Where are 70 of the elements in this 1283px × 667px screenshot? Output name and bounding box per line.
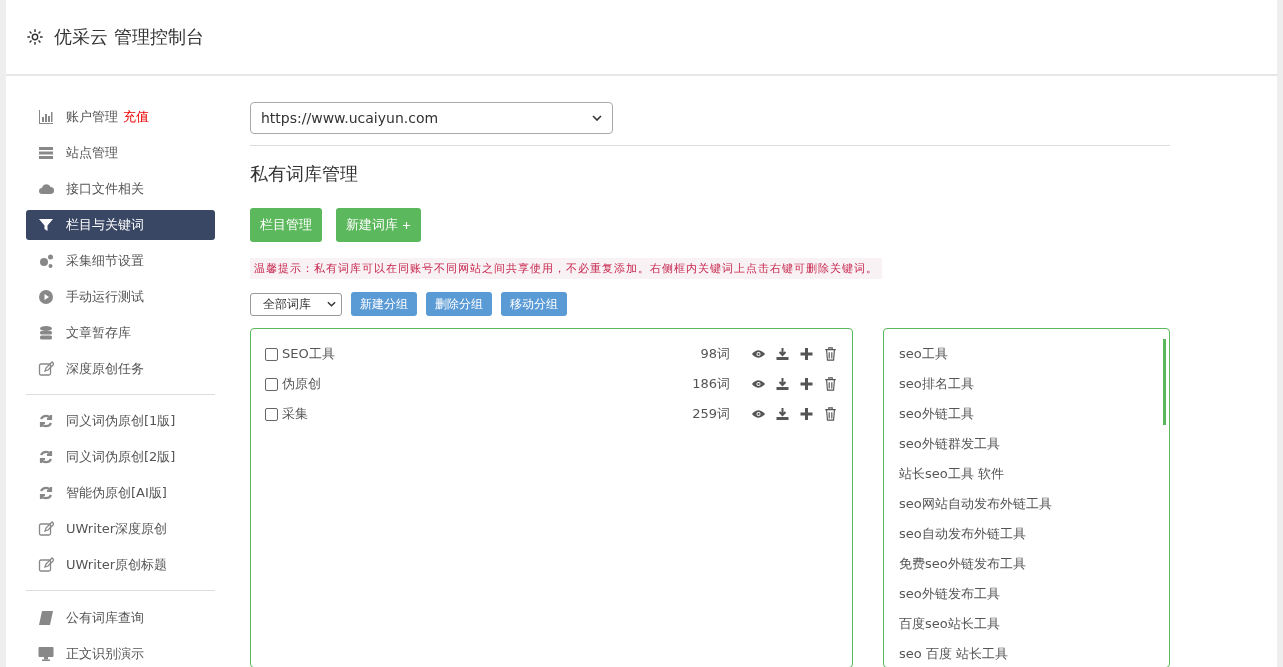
keyword-item[interactable]: seo外链群发工具 — [899, 429, 1169, 459]
plus-icon[interactable] — [799, 407, 814, 421]
sidebar-item[interactable]: 站点管理 — [26, 137, 215, 168]
keyword-item[interactable]: 站长seo工具 软件 — [899, 459, 1169, 489]
keyword-item[interactable]: seo外链发布工具 — [899, 579, 1169, 609]
keyword-item[interactable]: 百度seo站长工具 — [899, 609, 1169, 639]
keyword-item[interactable]: seo排名工具 — [899, 369, 1169, 399]
server-icon — [38, 144, 54, 161]
keyword-item[interactable]: 免费seo外链发布工具 — [899, 549, 1169, 579]
site-select[interactable]: https://www.ucaiyun.com — [250, 102, 613, 134]
word-count: 186词 — [692, 375, 730, 393]
trash-icon[interactable] — [823, 377, 838, 391]
edit-icon — [38, 521, 54, 538]
keyword-item[interactable]: seo外链工具 — [899, 399, 1169, 429]
plus-icon[interactable] — [799, 347, 814, 361]
keyword-item[interactable]: seo 百度 站长工具 — [899, 639, 1169, 667]
sidebar-item[interactable]: 手动运行测试 — [26, 281, 215, 312]
sidebar-item[interactable]: 文章暂存库 — [26, 317, 215, 348]
scrollbar[interactable] — [1163, 339, 1166, 425]
sidebar-item[interactable]: 智能伪原创[AI版] — [26, 478, 215, 509]
edit-icon — [38, 360, 54, 377]
sidebar-item[interactable]: 采集细节设置 — [26, 245, 215, 276]
play-icon — [38, 288, 54, 305]
checkbox[interactable] — [265, 377, 278, 391]
keyword-item[interactable]: seo网站自动发布外链工具 — [899, 489, 1169, 519]
page-title: 私有词库管理 — [250, 162, 359, 186]
download-icon[interactable] — [775, 377, 790, 391]
eye-icon[interactable] — [751, 377, 766, 391]
refresh-icon — [38, 485, 54, 502]
library-name: 伪原创 — [282, 375, 322, 393]
console-title: 优采云 管理控制台 — [54, 25, 204, 49]
tip-text: 温馨提示：私有词库可以在同账号不同网站之间共享使用，不必重复添加。右侧框内关键词上点击右键可删除关键词。 — [250, 258, 882, 279]
plus-icon[interactable] — [799, 377, 814, 391]
refresh-icon — [38, 413, 54, 430]
library-name: SEO工具 — [282, 345, 336, 363]
library-filter-select[interactable]: 全部词库 — [250, 292, 342, 316]
sidebar-item[interactable]: 同义词伪原创[1版] — [26, 406, 215, 437]
download-icon[interactable] — [775, 407, 790, 421]
checkbox[interactable] — [265, 407, 278, 421]
filter-icon — [38, 216, 54, 233]
edit-icon — [38, 557, 54, 574]
monitor-icon — [38, 646, 54, 663]
bar-chart-icon — [38, 108, 54, 125]
sidebar-item[interactable]: 接口文件相关 — [26, 173, 215, 204]
settings-icon — [26, 28, 44, 46]
eye-icon[interactable] — [751, 347, 766, 361]
download-icon[interactable] — [775, 347, 790, 361]
plus-icon — [402, 220, 412, 230]
caret-icon — [592, 115, 602, 121]
sidebar-item[interactable]: 同义词伪原创[2版] — [26, 442, 215, 473]
library-name: 采集 — [282, 405, 309, 423]
sidebar-item[interactable]: 公有词库查询 — [26, 603, 215, 634]
trash-icon[interactable] — [823, 347, 838, 361]
trash-icon[interactable] — [823, 407, 838, 421]
sidebar-item[interactable]: 栏目与关键词 — [26, 209, 215, 240]
caret-icon — [327, 301, 336, 307]
sidebar-item[interactable]: 深度原创任务 — [26, 353, 215, 384]
sidebar-item[interactable]: UWriter原创标题 — [26, 550, 215, 581]
sidebar-item[interactable]: 正文识别演示 — [26, 639, 215, 667]
word-count: 98词 — [700, 345, 730, 363]
checkbox[interactable] — [265, 347, 278, 361]
database-icon — [38, 324, 54, 341]
eye-icon[interactable] — [751, 407, 766, 421]
refresh-icon — [38, 449, 54, 466]
recharge-link[interactable]: 充值 — [123, 107, 149, 126]
keyword-item[interactable]: seo工具 — [899, 339, 1169, 369]
sidebar-item[interactable]: 账户管理 充值 — [26, 102, 215, 132]
word-count: 259词 — [692, 405, 730, 423]
keyword-item[interactable]: seo自动发布外链工具 — [899, 519, 1169, 549]
sidebar-item[interactable]: UWriter深度原创 — [26, 514, 215, 545]
